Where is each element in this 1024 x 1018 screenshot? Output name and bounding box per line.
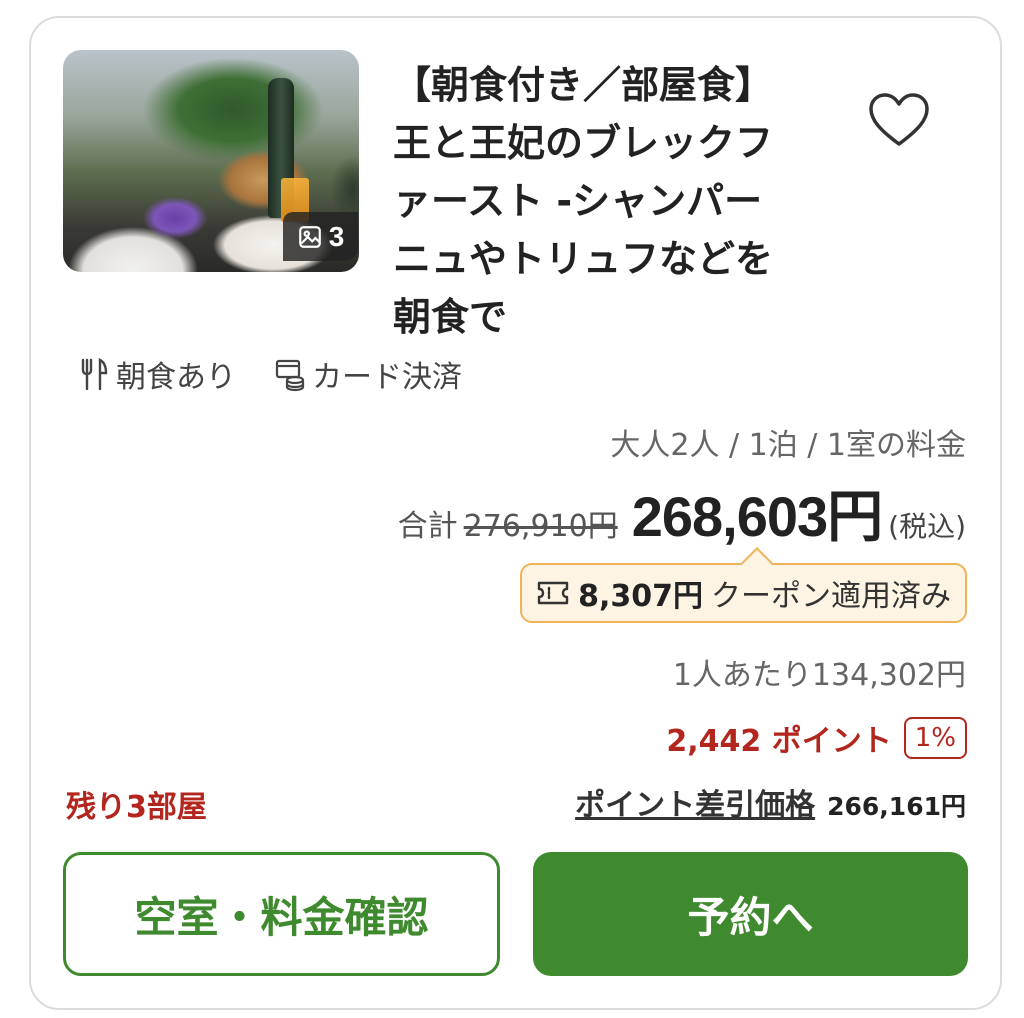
points-earned: 2,442 ポイント	[666, 724, 892, 759]
plan-title[interactable]: 【朝食付き／部屋食】 王と王妃のブレックフ ァースト -シャンパー ニュやトリュ…	[393, 56, 813, 346]
feature-label: 朝食あり	[116, 360, 236, 395]
heart-outline-icon[interactable]	[868, 92, 930, 148]
point-price-value: 266,161円	[827, 792, 966, 821]
feature-card-payment: カード決済	[274, 352, 462, 396]
feature-list: 朝食あり カード決済	[78, 352, 500, 396]
current-price: 268,603円	[631, 485, 883, 548]
feature-label: カード決済	[312, 360, 462, 395]
point-price-link[interactable]: ポイント差引価格	[575, 780, 815, 824]
plan-title-line: 朝食で	[393, 295, 508, 339]
price-conditions: 大人2人 / 1泊 / 1室の料金	[610, 428, 966, 463]
total-label: 合計	[397, 509, 458, 544]
photo-count: 3	[328, 220, 345, 252]
point-rate-badge: 1%	[903, 717, 967, 759]
tax-note: (税込)	[888, 510, 966, 543]
plan-title-line: ニュやトリュフなどを	[393, 237, 774, 281]
coupon-applied-badge: 8,307円 クーポン適用済み	[520, 563, 967, 623]
plan-title-line: ァースト -シャンパー	[393, 179, 763, 223]
point-price-row: ポイント差引価格 266,161円	[575, 780, 966, 824]
coupon-amount: 8,307円	[578, 579, 703, 614]
plan-title-line: 【朝食付き／部屋食】	[393, 63, 774, 107]
rooms-remaining: 残り3部屋	[66, 790, 207, 825]
per-person-price: 1人あたり134,302円	[672, 658, 966, 693]
coupon-ticket-icon	[537, 581, 569, 605]
plan-title-line: 王と王妃のブレックフ	[393, 121, 774, 165]
reserve-button[interactable]: 予約へ	[533, 852, 968, 976]
check-availability-button[interactable]: 空室・料金確認	[63, 852, 500, 976]
total-price-row: 合計 276,910円 268,603円 (税込)	[398, 472, 966, 553]
card-coins-icon	[275, 359, 305, 392]
points-row: 2,442 ポイント 1%	[666, 716, 967, 760]
coupon-text: クーポン適用済み	[711, 579, 951, 614]
feature-breakfast: 朝食あり	[78, 352, 236, 396]
original-price: 276,910円	[463, 509, 618, 544]
cutlery-icon	[81, 358, 108, 391]
image-icon	[298, 225, 321, 248]
photo-count-badge[interactable]: 3	[283, 212, 358, 261]
